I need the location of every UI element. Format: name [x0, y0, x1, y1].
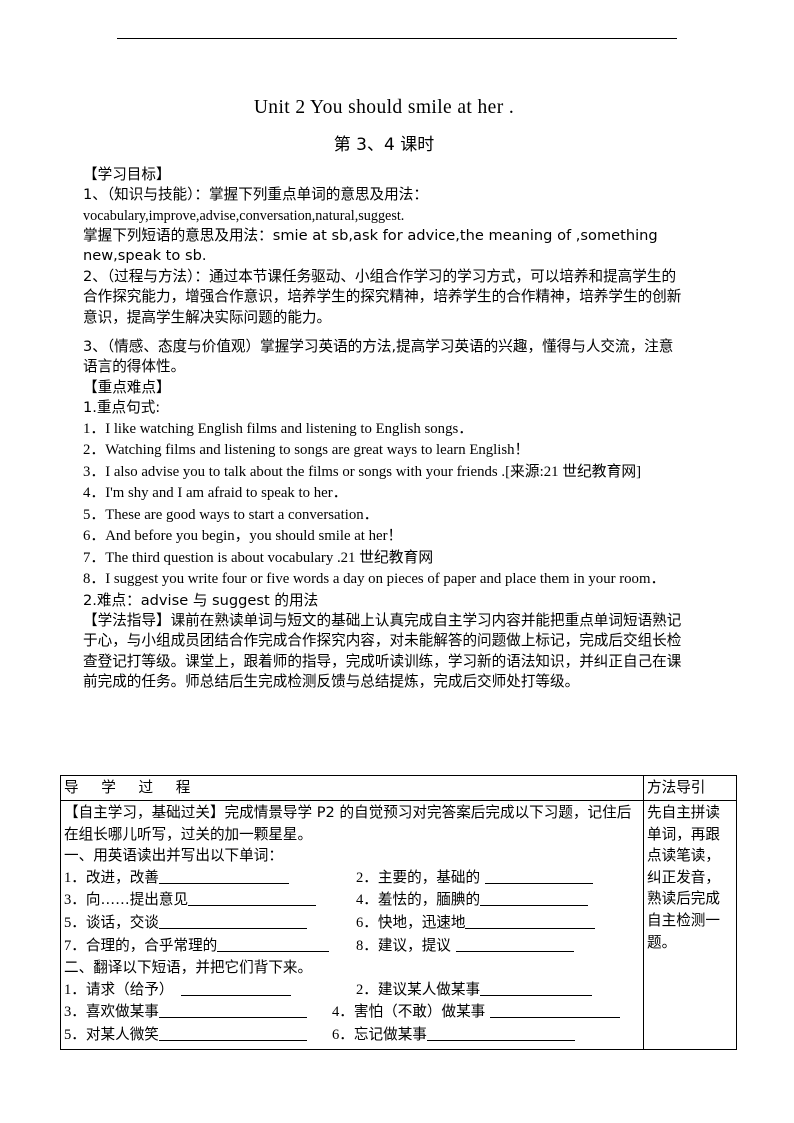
word-row: 1．改进，改善 2．主要的，基础的 — [64, 867, 640, 890]
key-sentence: 8．I suggest you write four or five words… — [83, 571, 666, 588]
word-item: 6．快地，迅速地 — [356, 912, 640, 935]
phrase-text: 对某人微笑 — [85, 1025, 159, 1043]
phrase-item: 4．害怕（不敢）做某事 — [332, 1001, 640, 1024]
word-item: 7．合理的，合乎常理的 — [64, 935, 356, 958]
document-body: Unit 2 You should smile at her . 第 3、4 课… — [83, 96, 685, 693]
phrase-item: 2．建议某人做某事 — [356, 979, 640, 1002]
answer-blank[interactable] — [217, 936, 330, 952]
answer-blank[interactable] — [158, 913, 307, 929]
guide-table: 导 学 过 程 方法导引 【自主学习，基础过关】完成情景导学 P2 的自觉预习对… — [60, 775, 737, 1050]
phrase-item: 5．对某人微笑 — [64, 1024, 332, 1047]
key-points-subheading-2: 2.难点：advise 与 suggest 的用法 — [83, 591, 319, 609]
objective-item-1-words: vocabulary,improve,advise,conversation,n… — [83, 207, 405, 224]
word-row: 5．谈话，交谈 6．快地，迅速地 — [64, 912, 640, 935]
word-item: 8．建议，提议 — [356, 935, 640, 958]
method-guidance-text: 【学法指导】课前在熟读单词与短文的基础上认真完成自主学习内容并能把重点单词短语熟… — [83, 612, 682, 691]
phrase-item: 6．忘记做某事 — [332, 1024, 640, 1047]
document-page: Unit 2 You should smile at her . 第 3、4 课… — [0, 0, 794, 1123]
phrase-row: 5．对某人微笑 6．忘记做某事 — [64, 1024, 640, 1047]
phrase-number: 6． — [332, 1026, 354, 1043]
key-points-subheading-1: 1.重点句式: — [83, 399, 161, 417]
word-item: 5．谈话，交谈 — [64, 912, 356, 935]
table-header-row: 导 学 过 程 方法导引 — [60, 775, 737, 801]
phrase-row: 1．请求（给予） 2．建议某人做某事 — [64, 979, 640, 1002]
answer-blank[interactable] — [180, 980, 291, 996]
word-text: 谈话，交谈 — [85, 913, 159, 931]
objectives-heading: 【学习目标】 — [83, 165, 171, 183]
phrase-row: 3．喜欢做某事 4．害怕（不敢）做某事 — [64, 1001, 640, 1024]
word-item: 4．羞怯的，腼腆的 — [356, 889, 640, 912]
key-sentence: 5．These are good ways to start a convers… — [83, 506, 379, 523]
key-sentence: 1．I like watching English films and list… — [83, 420, 474, 437]
answer-blank[interactable] — [480, 980, 593, 996]
answer-blank[interactable] — [158, 1025, 307, 1041]
table-cell-main: 【自主学习，基础过关】完成情景导学 P2 的自觉预习对完答案后完成以下习题，记住… — [60, 800, 644, 1050]
word-number: 5． — [64, 914, 86, 931]
phrase-text: 忘记做某事 — [353, 1025, 427, 1043]
objective-item-1-phrases: 掌握下列短语的意思及用法：smie at sb,ask for advice,t… — [83, 227, 658, 265]
answer-blank[interactable] — [455, 936, 574, 952]
phrase-item: 3．喜欢做某事 — [64, 1001, 332, 1024]
key-sentence: 6．And before you begin，you should smile … — [83, 528, 403, 545]
header-rule — [117, 38, 677, 39]
phrase-number: 4． — [332, 1004, 354, 1021]
phrase-number: 1． — [64, 981, 86, 998]
phrase-number: 5． — [64, 1026, 86, 1043]
phrase-text: 害怕（不敢）做某事 — [353, 1003, 490, 1021]
phrase-text: 请求（给予） — [85, 980, 181, 998]
word-text: 合理的，合乎常理的 — [85, 936, 218, 954]
phrase-text: 建议某人做某事 — [377, 980, 481, 998]
guide-table-wrapper: 导 学 过 程 方法导引 【自主学习，基础过关】完成情景导学 P2 的自觉预习对… — [60, 775, 737, 1050]
phrase-text: 喜欢做某事 — [85, 1003, 159, 1021]
answer-blank[interactable] — [480, 890, 589, 907]
word-number: 4． — [356, 892, 378, 909]
answer-blank[interactable] — [484, 868, 593, 884]
page-subtitle: 第 3、4 课时 — [333, 135, 435, 156]
phrase-number: 3． — [64, 1004, 86, 1021]
answer-blank[interactable] — [188, 890, 317, 907]
key-sentence: 2．Watching films and listening to songs … — [83, 442, 530, 459]
section-2-heading: 二、翻译以下短语，并把它们背下来。 — [64, 959, 313, 977]
word-text: 快地，迅速地 — [377, 913, 466, 931]
word-text: 建议，提议 — [377, 936, 456, 954]
word-number: 3． — [64, 892, 86, 909]
word-item: 2．主要的，基础的 — [356, 867, 640, 890]
phrase-item: 1．请求（给予） — [64, 979, 356, 1002]
word-number: 6． — [356, 914, 378, 931]
word-number: 8． — [356, 937, 378, 954]
objective-item-3: 3、（情感、态度与价值观）掌握学习英语的方法,提高学习英语的兴趣，懂得与人交流，… — [83, 338, 674, 376]
answer-blank[interactable] — [426, 1025, 575, 1041]
table-body-row: 【自主学习，基础过关】完成情景导学 P2 的自觉预习对完答案后完成以下习题，记住… — [60, 800, 737, 1050]
word-text: 改进，改善 — [85, 868, 159, 886]
word-text: 主要的，基础的 — [377, 868, 485, 886]
word-row: 7．合理的，合乎常理的 8．建议，提议 — [64, 935, 640, 958]
word-number: 7． — [64, 937, 86, 954]
answer-blank[interactable] — [158, 868, 289, 884]
key-sentence: 4．I'm shy and I am afraid to speak to he… — [83, 485, 348, 502]
word-text: 羞怯的，腼腆的 — [377, 891, 481, 909]
key-points-heading: 【重点难点】 — [83, 378, 171, 396]
answer-blank[interactable] — [465, 913, 596, 929]
phrase-number: 2． — [356, 981, 378, 998]
word-item: 1．改进，改善 — [64, 867, 356, 890]
answer-blank[interactable] — [158, 1002, 307, 1019]
objective-item-2: 2、（过程与方法）：通过本节课任务驱动、小组合作学习的学习方式，可以培养和提高学… — [83, 267, 682, 326]
table-header-main: 导 学 过 程 — [60, 775, 644, 801]
table-cell-side: 先自主拼读单词，再跟点读笔读，纠正发音，熟读后完成自主检测一题。 — [643, 800, 737, 1050]
word-text: 向……提出意见 — [85, 891, 189, 909]
word-row: 3．向……提出意见 4．羞怯的，腼腆的 — [64, 889, 640, 912]
section-1-heading: 一、用英语读出并写出以下单词： — [64, 847, 283, 865]
word-number: 2． — [356, 869, 378, 886]
word-item: 3．向……提出意见 — [64, 889, 356, 912]
answer-blank[interactable] — [489, 1002, 620, 1019]
key-sentence: 7．The third question is about vocabulary… — [83, 549, 434, 566]
page-title: Unit 2 You should smile at her . — [253, 97, 515, 118]
word-number: 1． — [64, 869, 86, 886]
self-study-intro: 【自主学习，基础过关】完成情景导学 P2 的自觉预习对完答案后完成以下习题，记住… — [64, 804, 632, 843]
objective-item-1: 1、（知识与技能）：掌握下列重点单词的意思及用法： — [83, 186, 428, 204]
key-sentence: 3．I also advise you to talk about the fi… — [83, 463, 642, 480]
table-header-side: 方法导引 — [643, 775, 737, 801]
